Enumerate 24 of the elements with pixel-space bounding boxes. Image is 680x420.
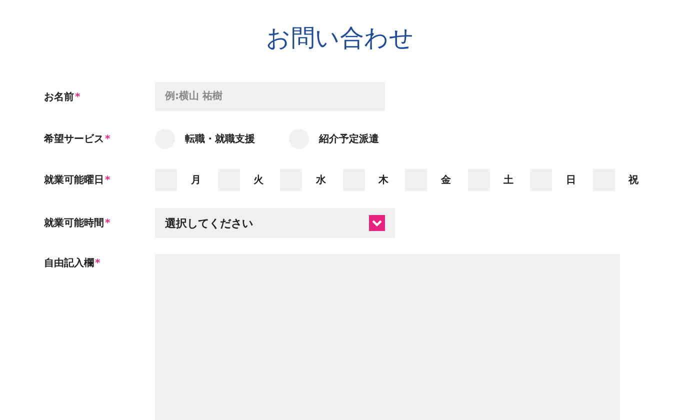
- option-label: 転職・就職支援: [185, 132, 255, 146]
- required-mark: *: [105, 175, 110, 186]
- field-label: 就業可能曜日: [44, 175, 104, 186]
- required-mark: *: [75, 92, 80, 102]
- option-label: 祝: [628, 174, 638, 187]
- field-label: 希望サービス: [44, 134, 104, 145]
- option-label: 火: [254, 174, 264, 187]
- option-label: 水: [316, 174, 326, 187]
- required-mark: *: [105, 134, 110, 145]
- required-mark: *: [105, 218, 110, 229]
- time-select[interactable]: 選択してください: [155, 208, 395, 238]
- field-label: 就業可能時間: [44, 218, 104, 229]
- field-label: 自由記入欄: [44, 258, 94, 269]
- option-label: 金: [441, 174, 451, 187]
- field-label: お名前: [44, 92, 74, 102]
- option-label: 土: [504, 174, 514, 187]
- option-label: 木: [378, 174, 388, 187]
- name-field[interactable]: 例:横山 祐樹: [155, 82, 385, 111]
- page-title: お問い合わせ: [265, 23, 415, 54]
- option-label: 月: [191, 174, 201, 187]
- caret-icon: [369, 215, 385, 231]
- option-label: 紹介予定派遣: [319, 132, 379, 146]
- option-label: 日: [566, 174, 576, 187]
- required-mark: *: [95, 258, 100, 269]
